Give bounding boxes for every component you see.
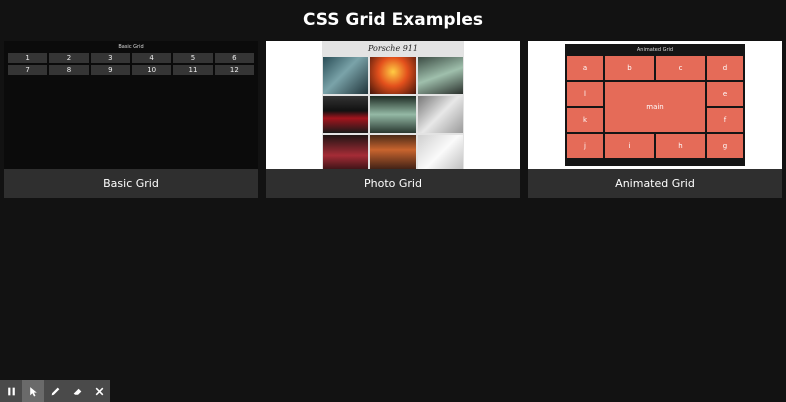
photo-grid-images [322,57,464,169]
basic-grid-cells: 1 2 3 4 5 6 7 8 9 10 11 12 [4,50,258,78]
animated-grid-preview-title: Animated Grid [636,47,674,53]
grid-cell: 11 [173,65,213,75]
card-list: Basic Grid 1 2 3 4 5 6 7 8 9 10 11 12 Ba… [4,41,782,198]
grid-cell: 7 [8,65,48,75]
basic-grid-preview: Basic Grid 1 2 3 4 5 6 7 8 9 10 11 12 [4,41,258,169]
animated-grid-preview: Animated Grid a b c d l main e k f j i h [528,41,782,169]
card-animated-grid[interactable]: Animated Grid a b c d l main e k f j i h [528,41,782,198]
animated-grid-cells: a b c d l main e k f j i h g [565,56,745,158]
pen-button[interactable] [44,380,66,402]
grid-cell-g: g [707,134,743,158]
close-button[interactable] [88,380,110,402]
grid-cell-c: c [656,56,705,80]
card-label-photo-grid: Photo Grid [266,169,520,198]
pointer-icon [29,386,37,396]
car-photo [417,135,463,169]
grid-cell: 8 [49,65,89,75]
grid-cell: 1 [8,53,48,63]
photo-sheet: Porsche 911 [322,41,464,169]
grid-cell-f: f [707,108,743,132]
grid-cell: 5 [173,53,213,63]
pause-button[interactable] [0,380,22,402]
car-photo [323,96,369,133]
annotation-toolbar [0,380,110,402]
car-photo [370,96,416,133]
grid-cell-k: k [567,108,603,132]
car-photo [417,57,463,94]
photo-grid-preview-title: Porsche 911 [368,44,418,53]
grid-cell: 10 [131,65,172,75]
car-photo [323,135,369,169]
grid-cell-d: d [707,56,743,80]
basic-grid-preview-title: Basic Grid [118,44,144,50]
eraser-icon [73,388,81,395]
pointer-button[interactable] [22,380,44,402]
grid-cell: 12 [214,65,254,75]
grid-cell-l: l [567,82,603,106]
grid-cell: 6 [214,53,254,63]
animated-sheet: Animated Grid a b c d l main e k f j i h [565,44,745,166]
grid-cell-h: h [656,134,705,158]
car-photo [323,57,369,94]
grid-cell: 9 [90,65,130,75]
car-photo [370,57,416,94]
grid-cell-e: e [707,82,743,106]
pause-icon [7,387,15,395]
car-photo [417,96,463,133]
page-title: CSS Grid Examples [302,10,484,30]
card-label-basic-grid: Basic Grid [4,169,258,198]
page: CSS Grid Examples Basic Grid 1 2 3 4 5 6… [0,0,786,402]
eraser-button[interactable] [66,380,88,402]
grid-cell-a: a [567,56,603,80]
grid-cell: 4 [131,53,172,63]
grid-cell-i: i [605,134,654,158]
card-label-animated-grid: Animated Grid [528,169,782,198]
photo-grid-preview: Porsche 911 [266,41,520,169]
grid-cell: 2 [49,53,89,63]
grid-cell-j: j [567,134,603,158]
grid-cell-main: main [605,82,705,132]
card-photo-grid[interactable]: Porsche 911 Photo Grid [266,41,520,198]
grid-cell-b: b [605,56,654,80]
card-basic-grid[interactable]: Basic Grid 1 2 3 4 5 6 7 8 9 10 11 12 Ba… [4,41,258,198]
pen-icon [51,387,59,395]
close-icon [95,387,103,395]
car-photo [370,135,416,169]
grid-cell: 3 [90,53,130,63]
